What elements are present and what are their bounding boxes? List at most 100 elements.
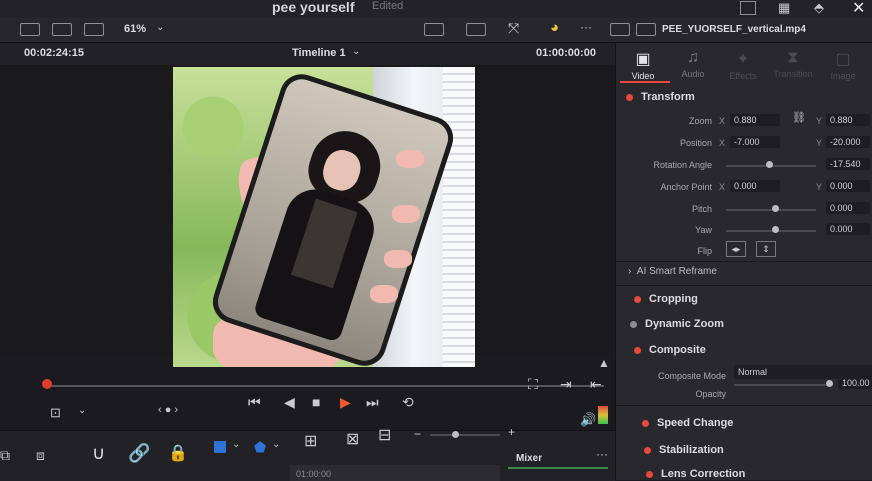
zoom-x-field[interactable]: 0.880 — [730, 114, 780, 126]
grid-icon[interactable]: ▦ — [778, 0, 790, 16]
next-frame-icon[interactable]: ⇥ — [560, 376, 572, 393]
clip-viewer-icon[interactable] — [610, 23, 630, 36]
image-icon: ▢ — [835, 51, 851, 68]
lock-icon[interactable]: 🔒 — [168, 443, 188, 463]
play-icon[interactable]: ▶ — [340, 394, 351, 411]
view-options-icon[interactable] — [424, 23, 444, 36]
speed-change-section[interactable]: Speed Change — [642, 417, 733, 429]
snapping-icon[interactable]: ∪ — [92, 443, 105, 464]
smart-reframe-section[interactable]: › AI Smart Reframe — [628, 266, 717, 277]
zoom-label: Zoom — [688, 116, 712, 126]
dual-viewer-icon[interactable] — [52, 23, 72, 36]
zoom-detail-icon[interactable]: ⊠ — [346, 429, 359, 449]
tab-effects[interactable]: ✦ Effects — [718, 49, 768, 81]
loop-icon[interactable]: ⟲ — [402, 394, 414, 411]
enabled-dot[interactable] — [646, 470, 653, 478]
opacity-slider-knob[interactable] — [826, 380, 833, 387]
composite-section[interactable]: Composite — [634, 344, 706, 356]
x-axis-label: X — [719, 182, 726, 192]
pitch-slider[interactable] — [726, 209, 816, 211]
flag-icon[interactable] — [214, 441, 226, 453]
zoom-y-field[interactable]: 0.880 — [826, 114, 870, 126]
zoom-slider-knob[interactable] — [452, 431, 459, 438]
speaker-icon[interactable]: 🔊 — [580, 412, 596, 428]
enabled-dot[interactable] — [644, 446, 651, 454]
position-y-field[interactable]: -20.000 — [826, 136, 870, 148]
stacked-icon[interactable]: ⧈ — [36, 447, 45, 464]
cinema-viewer-icon[interactable] — [84, 23, 104, 36]
dynamic-zoom-section[interactable]: Dynamic Zoom — [630, 318, 724, 330]
transform-tool-icon[interactable]: ⤧ — [508, 20, 519, 37]
pitch-slider-knob[interactable] — [772, 205, 779, 212]
go-to-start-icon[interactable]: ⏮ — [248, 394, 261, 411]
pin-icon[interactable]: ⬘ — [814, 0, 824, 16]
y-axis-label: Y — [816, 116, 823, 126]
rotation-field[interactable]: -17.540 — [826, 158, 870, 170]
window-icon[interactable] — [740, 1, 756, 15]
overlay-icon[interactable] — [466, 23, 486, 36]
cropping-section[interactable]: Cropping — [634, 293, 698, 305]
lens-correction-section[interactable]: Lens Correction — [646, 468, 745, 480]
chevron-down-icon[interactable]: ⌄ — [272, 439, 280, 450]
enabled-dot[interactable] — [642, 419, 649, 427]
stabilization-section[interactable]: Stabilization — [644, 444, 724, 456]
link-icon[interactable]: 🔗 — [128, 443, 150, 464]
rotation-slider-knob[interactable] — [766, 161, 773, 168]
position-x-field[interactable]: -7.000 — [730, 136, 780, 148]
zoom-custom-icon[interactable]: ⊟ — [378, 425, 391, 445]
zoom-full-icon[interactable]: ⊞ — [304, 431, 317, 451]
chevron-down-icon[interactable]: ⌄ — [78, 405, 86, 416]
tab-transition[interactable]: ⧗ Transition — [768, 49, 818, 79]
flip-horizontal-icon[interactable]: ◂▸ — [726, 241, 746, 257]
single-viewer-icon[interactable] — [20, 23, 40, 36]
jog-control-icon[interactable]: ‹ ● › — [158, 404, 178, 416]
timeline-name[interactable]: Timeline 1 — [292, 47, 346, 59]
tab-image[interactable]: ▢ Image — [818, 49, 868, 81]
tab-audio[interactable]: ♫ Audio — [668, 49, 718, 79]
finger-image — [370, 285, 398, 303]
link-icon[interactable]: ⛓ — [792, 111, 806, 124]
playhead[interactable] — [42, 379, 52, 389]
match-frame-icon[interactable]: ⛶ — [528, 376, 538, 393]
enabled-dot[interactable] — [626, 93, 633, 101]
scrubber-bar[interactable] — [44, 385, 604, 387]
yaw-field[interactable]: 0.000 — [826, 223, 870, 235]
color-wheel-icon[interactable]: ◕ — [550, 19, 559, 36]
more-icon[interactable]: ··· — [596, 447, 608, 461]
play-reverse-icon[interactable]: ◀ — [284, 394, 295, 411]
clip-frame-icon[interactable]: ⊡ — [50, 405, 61, 421]
transform-section[interactable]: Transform — [626, 91, 695, 103]
divider — [616, 285, 872, 286]
mixer-tab[interactable]: Mixer — [516, 453, 542, 464]
anchor-y-field[interactable]: 0.000 — [826, 180, 870, 192]
expand-icon[interactable]: ✕ — [852, 0, 865, 18]
stop-icon[interactable]: ■ — [312, 394, 320, 410]
timeline-chevron-icon[interactable]: ⌄ — [352, 46, 360, 57]
zoom-out-icon[interactable]: − — [414, 427, 421, 441]
anchor-label: Anchor Point — [660, 182, 712, 192]
marker-icon[interactable]: ⬟ — [254, 439, 266, 456]
clip-icon[interactable] — [636, 23, 656, 36]
pitch-field[interactable]: 0.000 — [826, 202, 870, 214]
chevron-down-icon[interactable]: ⌄ — [232, 439, 240, 450]
enabled-dot[interactable] — [634, 346, 641, 354]
anchor-x-field[interactable]: 0.000 — [730, 180, 780, 192]
more-icon[interactable]: ··· — [580, 20, 592, 34]
opacity-field[interactable]: 100.00 — [838, 377, 872, 389]
divider — [616, 261, 872, 262]
flip-vertical-icon[interactable]: ⇕ — [756, 241, 776, 257]
zoom-in-icon[interactable]: + — [508, 425, 515, 439]
opacity-slider[interactable] — [734, 384, 826, 386]
tab-video[interactable]: ▣ Video — [618, 49, 668, 81]
timeline-view-icon[interactable]: ⧉ — [0, 447, 10, 464]
yaw-slider[interactable] — [726, 230, 816, 232]
go-to-end-icon[interactable]: ⏭ — [366, 394, 379, 411]
disabled-dot[interactable] — [630, 320, 637, 328]
prev-frame-icon[interactable]: ⇤ — [590, 376, 602, 393]
enabled-dot[interactable] — [634, 295, 641, 303]
zoom-slider[interactable] — [430, 434, 500, 436]
chevron-down-icon[interactable]: ⌄ — [156, 22, 164, 33]
yaw-slider-knob[interactable] — [772, 226, 779, 233]
volume-icon[interactable]: ▲ — [598, 356, 610, 370]
zoom-level[interactable]: 61% — [124, 23, 146, 35]
